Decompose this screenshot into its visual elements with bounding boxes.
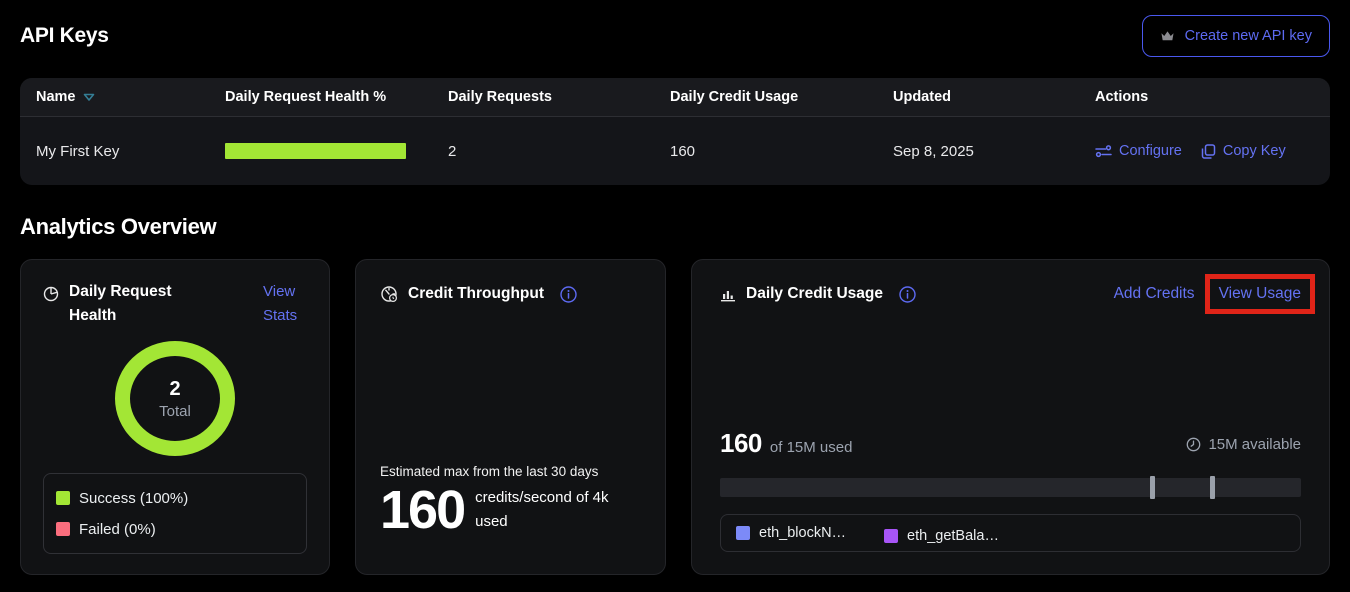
credit-throughput-card: Credit Throughput Estimated max from the… [355,259,666,575]
configure-button[interactable]: Configure [1095,143,1182,159]
success-swatch [56,491,70,505]
legend-item-success: Success (100%) [56,485,294,511]
credit-usage-progress-bar [720,478,1301,497]
progress-tick [1150,476,1155,499]
api-keys-table: Name Daily Request Health % Daily Reques… [20,78,1330,185]
gauge-icon [380,285,398,303]
credit-throughput-header: Credit Throughput [380,282,641,306]
credit-usage-summary: 160 of 15M used 15M available [720,428,1301,459]
crown-icon [1160,30,1175,43]
credit-usage-links: Add Credits View Usage [1114,285,1301,303]
column-header-health: Daily Request Health % [225,89,448,105]
daily-request-health-title: Daily Request Health [69,280,191,328]
eth-getbalance-label: eth_getBala… [907,528,999,544]
info-icon[interactable] [560,286,577,303]
api-key-name: My First Key [36,143,225,160]
donut-total-value: 2 [169,378,180,401]
request-health-legend: Success (100%) Failed (0%) [43,473,307,554]
column-header-daily-requests: Daily Requests [448,89,670,105]
legend-item-failed: Failed (0%) [56,516,294,542]
request-health-donut-chart: 2 Total [115,341,235,456]
throughput-subtitle: Estimated max from the last 30 days [380,464,641,479]
view-usage-link[interactable]: View Usage [1219,285,1301,302]
daily-credit-usage-card: Daily Credit Usage Add Credits View Usag… [691,259,1330,575]
health-bar [225,143,406,159]
info-icon[interactable] [899,286,916,303]
throughput-value-row: 160 credits/second of 4k used [380,481,641,552]
copy-key-label: Copy Key [1223,143,1286,159]
throughput-value: 160 [380,481,464,540]
copy-icon [1201,144,1216,159]
throughput-unit: credits/second of 4k used [475,486,635,534]
column-header-updated: Updated [893,89,1095,105]
column-header-daily-credit-usage: Daily Credit Usage [670,89,893,105]
view-usage-wrapper: View Usage [1219,285,1301,303]
pie-chart-icon [43,286,59,328]
failed-swatch [56,522,70,536]
dashboard-page: API Keys Create new API key Name Daily R… [0,0,1350,592]
legend-item-eth-blocknumber: eth_blockN… [736,525,846,541]
page-title: API Keys [20,24,109,48]
eth-blocknumber-label: eth_blockN… [759,525,846,541]
table-row: My First Key 2 160 Sep 8, 2025 Configure [20,117,1330,185]
health-bar-fill [225,143,406,159]
analytics-title: Analytics Overview [20,214,1330,240]
legend-failed-label: Failed (0%) [79,521,156,538]
copy-key-button[interactable]: Copy Key [1201,143,1286,159]
api-keys-header: API Keys Create new API key [20,0,1330,57]
eth-blocknumber-swatch [736,526,750,540]
daily-request-health-card: Daily Request Health View Stats 2 Total … [20,259,330,575]
eth-getbalance-swatch [884,529,898,543]
add-credits-link[interactable]: Add Credits [1114,285,1195,303]
column-header-name[interactable]: Name [36,89,225,105]
donut-total-label: Total [159,403,191,420]
analytics-cards: Daily Request Health View Stats 2 Total … [20,259,1330,575]
credits-available-label: 15M available [1208,436,1301,453]
meter-clock-icon [1186,437,1201,452]
daily-credit-usage-title: Daily Credit Usage [746,282,883,306]
legend-success-label: Success (100%) [79,490,188,507]
configure-label: Configure [1119,143,1182,159]
column-header-actions: Actions [1095,89,1314,105]
table-header-row: Name Daily Request Health % Daily Reques… [20,78,1330,117]
sliders-icon [1095,145,1112,158]
row-actions: Configure Copy Key [1095,143,1314,159]
progress-tick [1210,476,1215,499]
create-api-key-button[interactable]: Create new API key [1142,15,1330,57]
create-api-key-label: Create new API key [1185,28,1312,44]
credits-used-suffix: of 15M used [770,439,853,456]
daily-request-health-header: Daily Request Health View Stats [43,280,307,328]
updated-value: Sep 8, 2025 [893,143,1095,160]
view-stats-link[interactable]: View Stats [263,280,307,328]
credit-usage-legend: eth_blockN… eth_getBala… [720,514,1301,552]
daily-credit-usage-value: 160 [670,143,893,160]
sort-descending-icon[interactable] [83,93,95,102]
credits-available: 15M available [1186,436,1301,453]
daily-credit-usage-header: Daily Credit Usage Add Credits View Usag… [720,282,1301,306]
credits-used-value: 160 [720,428,762,459]
daily-requests-value: 2 [448,143,670,160]
bar-chart-icon [720,287,736,302]
legend-item-eth-getbalance: eth_getBala… [884,528,999,544]
credit-throughput-title: Credit Throughput [408,282,544,306]
